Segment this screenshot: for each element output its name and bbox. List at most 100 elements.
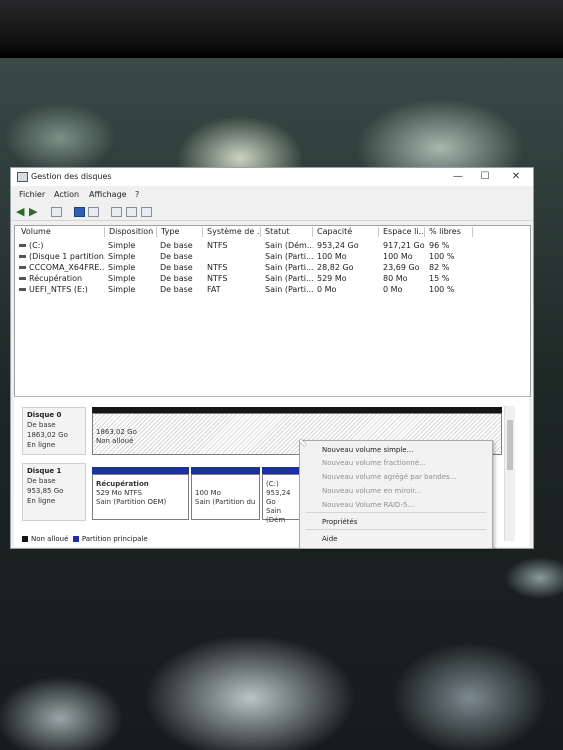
row-type: De base bbox=[160, 285, 193, 294]
disk0-status: En ligne bbox=[27, 441, 56, 449]
menu-help-item[interactable]: Aide bbox=[322, 535, 337, 543]
minimize-button[interactable]: — bbox=[447, 170, 469, 184]
row-volume: UEFI_NTFS (E:) bbox=[19, 285, 105, 294]
menu-new-mirrored-volume[interactable]: Nouveau volume en miroir... bbox=[322, 487, 421, 495]
col-capacity[interactable]: Capacité bbox=[315, 227, 379, 237]
disk0-partition-size: 1863,02 Go bbox=[96, 428, 137, 436]
col-volume[interactable]: Volume bbox=[19, 227, 105, 237]
row-filesystem: NTFS bbox=[207, 274, 228, 283]
col-disposition[interactable]: Disposition bbox=[107, 227, 157, 237]
connect-icon[interactable] bbox=[111, 207, 122, 217]
close-button[interactable]: ✕ bbox=[505, 170, 527, 184]
row-status: Sain (Parti... bbox=[265, 285, 313, 294]
menu-separator bbox=[306, 512, 486, 513]
back-arrow-icon[interactable]: ◀ bbox=[16, 206, 27, 217]
row-filesystem: FAT bbox=[207, 285, 221, 294]
row-volume: CCCOMA_X64FRE... bbox=[19, 263, 105, 272]
row-type: De base bbox=[160, 252, 193, 261]
col-type[interactable]: Type bbox=[159, 227, 203, 237]
row-volume: (Disque 1 partition... bbox=[19, 252, 105, 261]
view-icon[interactable] bbox=[141, 207, 152, 217]
row-volume: (C:) bbox=[19, 241, 105, 250]
volume-icon bbox=[19, 255, 26, 258]
unallocated-swatch bbox=[22, 536, 28, 542]
disk0-label[interactable]: Disque 0 De base 1863,02 Go En ligne bbox=[22, 407, 86, 455]
row-status: Sain (Parti... bbox=[265, 263, 313, 272]
row-disposition: Simple bbox=[108, 274, 136, 283]
row-disposition: Simple bbox=[108, 241, 136, 250]
mouse-cursor-icon: ⬉ bbox=[298, 436, 308, 449]
context-menu: Nouveau volume simple... Nouveau volume … bbox=[299, 440, 493, 549]
col-free-space[interactable]: Espace li... bbox=[381, 227, 425, 237]
menu-help[interactable]: ? bbox=[135, 190, 139, 199]
menu-new-raid5-volume[interactable]: Nouveau Volume RAID-5... bbox=[322, 501, 414, 509]
row-free: 80 Mo bbox=[383, 274, 408, 283]
disk-management-icon bbox=[17, 172, 28, 182]
primary-bar bbox=[92, 467, 189, 474]
row-percent: 15 % bbox=[429, 274, 450, 283]
help-icon[interactable] bbox=[74, 207, 85, 217]
row-percent: 96 % bbox=[429, 241, 450, 250]
menu-fichier[interactable]: Fichier bbox=[19, 190, 45, 199]
legend: Non alloué Partition principale bbox=[22, 535, 148, 543]
disk1-name: Disque 1 bbox=[27, 467, 62, 475]
primary-swatch bbox=[72, 536, 79, 542]
legend-primary: Partition principale bbox=[81, 535, 148, 543]
col-percent-free[interactable]: % libres bbox=[427, 227, 473, 237]
window-title: Gestion des disques bbox=[31, 172, 112, 181]
monitor-bezel bbox=[0, 0, 563, 58]
row-capacity: 0 Mo bbox=[317, 285, 337, 294]
row-disposition: Simple bbox=[108, 252, 136, 261]
col-filesystem[interactable]: Système de ... bbox=[205, 227, 261, 237]
partition-c[interactable]: (C:) 953,24 Go Sain (Dém bbox=[262, 474, 302, 524]
volume-list[interactable]: Volume Disposition Type Système de ... S… bbox=[14, 225, 531, 397]
row-free: 100 Mo bbox=[383, 252, 413, 261]
row-free: 23,69 Go bbox=[383, 263, 420, 272]
primary-bar bbox=[262, 467, 302, 474]
col-status[interactable]: Statut bbox=[263, 227, 313, 237]
scrollbar-thumb[interactable] bbox=[507, 420, 513, 470]
row-capacity: 529 Mo bbox=[317, 274, 347, 283]
menu-new-striped-volume[interactable]: Nouveau volume agrégé par bandes... bbox=[322, 473, 456, 481]
console-tree-icon[interactable] bbox=[51, 207, 62, 217]
legend-unallocated: Non alloué bbox=[31, 535, 69, 543]
menu-new-spanned-volume[interactable]: Nouveau volume fractionné... bbox=[322, 459, 426, 467]
row-capacity: 953,24 Go bbox=[317, 241, 359, 250]
menu-action[interactable]: Action bbox=[54, 190, 79, 199]
primary-bar bbox=[191, 467, 260, 474]
partition-status: Sain (Partition du bbox=[195, 498, 256, 506]
check-icon[interactable] bbox=[126, 207, 137, 217]
disk0-name: Disque 0 bbox=[27, 411, 62, 419]
partition-recovery[interactable]: Récupération 529 Mo NTFS Sain (Partition… bbox=[92, 474, 189, 520]
row-percent: 82 % bbox=[429, 263, 450, 272]
maximize-button[interactable]: ☐ bbox=[474, 170, 496, 184]
vertical-scrollbar[interactable] bbox=[504, 406, 515, 541]
disk1-size: 953,85 Go bbox=[27, 487, 64, 495]
volume-icon bbox=[19, 244, 26, 247]
volume-icon bbox=[19, 266, 26, 269]
row-percent: 100 % bbox=[429, 252, 455, 261]
row-free: 917,21 Go bbox=[383, 241, 425, 250]
disk0-type: De base bbox=[27, 421, 56, 429]
menu-new-simple-volume[interactable]: Nouveau volume simple... bbox=[322, 446, 413, 454]
row-type: De base bbox=[160, 274, 193, 283]
row-free: 0 Mo bbox=[383, 285, 403, 294]
row-status: Sain (Parti... bbox=[265, 252, 313, 261]
properties-icon[interactable] bbox=[88, 207, 99, 217]
menu-bar: Fichier Action Affichage ? bbox=[11, 188, 533, 202]
partition-size: 529 Mo NTFS bbox=[96, 489, 142, 497]
partition-title: Récupération bbox=[96, 480, 149, 488]
partition-efi[interactable]: 100 Mo Sain (Partition du bbox=[191, 474, 260, 520]
partition-size: 100 Mo bbox=[195, 489, 221, 497]
menu-properties[interactable]: Propriétés bbox=[322, 518, 357, 526]
row-type: De base bbox=[160, 241, 193, 250]
forward-arrow-icon[interactable]: ▶ bbox=[29, 206, 40, 217]
row-type: De base bbox=[160, 263, 193, 272]
partition-status: Sain (Partition OEM) bbox=[96, 498, 167, 506]
menu-affichage[interactable]: Affichage bbox=[89, 190, 127, 199]
disk1-label[interactable]: Disque 1 De base 953,85 Go En ligne bbox=[22, 463, 86, 521]
row-percent: 100 % bbox=[429, 285, 455, 294]
row-capacity: 28,82 Go bbox=[317, 263, 354, 272]
disk0-partition-state: Non alloué bbox=[96, 437, 134, 445]
row-volume: Récupération bbox=[19, 274, 105, 283]
